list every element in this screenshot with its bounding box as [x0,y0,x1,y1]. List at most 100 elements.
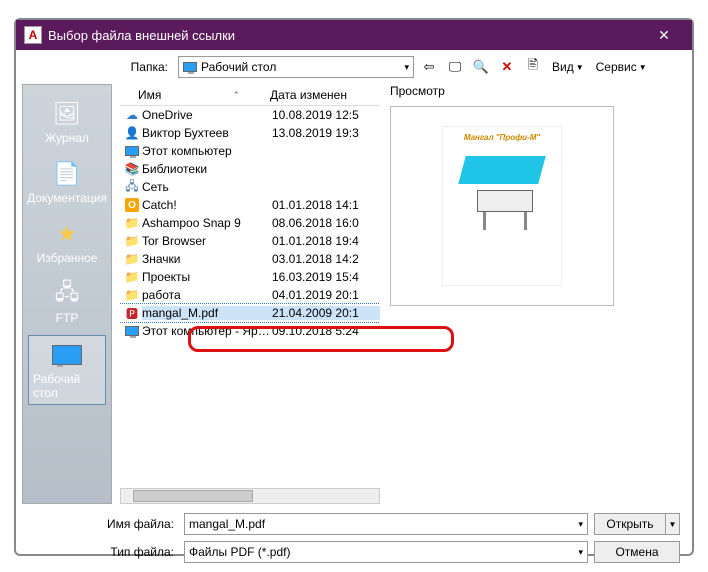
file-icon [124,323,140,339]
file-icon: 📚 [124,161,140,177]
scrollbar-thumb[interactable] [133,490,253,502]
content-area: Имя Дата изменен ☁OneDrive10.08.2019 12:… [112,84,692,504]
file-row[interactable]: ☁OneDrive10.08.2019 12:5 [120,106,380,124]
file-row[interactable]: Этот компьютер [120,142,380,160]
back-button[interactable]: ⇦ [418,56,440,78]
file-column: Имя Дата изменен ☁OneDrive10.08.2019 12:… [120,84,380,504]
file-icon: 🅿 [124,305,140,321]
preview-image [457,146,547,236]
star-icon: ★ [49,219,85,249]
file-icon: 📁 [124,251,140,267]
history-icon: 🖼 [49,99,85,129]
document-icon: 📄 [49,159,85,189]
sidebar-item-history[interactable]: 🖼 Журнал [28,95,106,149]
filetype-label: Тип файла: [28,545,178,559]
file-icon: 📁 [124,269,140,285]
file-date: 10.08.2019 12:5 [272,108,380,122]
tools-dropdown[interactable]: Сервис▼ [592,60,651,74]
open-button[interactable]: Открыть [594,513,666,535]
sidebar: 🖼 Журнал 📄 Документация ★ Избранное 🖧 FT… [22,84,112,504]
file-name: OneDrive [142,108,272,122]
delete-button[interactable]: ✕ [496,56,518,78]
filename-input[interactable]: mangal_M.pdf▾ [184,513,588,535]
file-name: Этот компьютер [142,144,272,158]
file-date: 01.01.2018 19:4 [272,234,380,248]
sidebar-item-ftp[interactable]: 🖧 FTP [28,275,106,329]
folder-select[interactable]: Рабочий стол ▾ [178,56,414,78]
filename-label: Имя файла: [28,517,178,531]
file-date: 16.03.2019 15:4 [272,270,380,284]
file-list[interactable]: ☁OneDrive10.08.2019 12:5👤Виктор Бухтеев1… [120,106,380,484]
main-area: 🖼 Журнал 📄 Документация ★ Избранное 🖧 FT… [16,84,692,504]
cancel-button[interactable]: Отмена [594,541,680,563]
preview-box: Мангал "Профи-М" [390,106,614,306]
up-button[interactable]: 🖵 [444,56,466,78]
file-name: работа [142,288,272,302]
file-row[interactable]: 📚Библиотеки [120,160,380,178]
file-date: 08.06.2018 16:0 [272,216,380,230]
titlebar: A Выбор файла внешней ссылки ✕ [16,20,692,50]
file-name: Виктор Бухтеев [142,126,272,140]
file-row[interactable]: 📁Ashampoo Snap 908.06.2018 16:0 [120,214,380,232]
file-icon: O [124,197,140,213]
file-row[interactable]: 📁Tor Browser01.01.2018 19:4 [120,232,380,250]
preview-thumbnail: Мангал "Профи-М" [442,126,562,286]
app-icon: A [24,26,42,44]
folder-label: Папка: [24,60,174,74]
chevron-down-icon: ▾ [404,62,409,73]
file-row[interactable]: 🅿mangal_M.pdf21.04.2009 20:1 [120,304,380,322]
file-row[interactable]: Этот компьютер - Яр…09.10.2018 5:24 [120,322,380,340]
sidebar-item-desktop[interactable]: Рабочий стол [28,335,106,405]
preview-panel: Просмотр Мангал "Профи-М" [380,84,684,504]
file-name: Проекты [142,270,272,284]
new-button[interactable]: 🖹 [522,56,544,78]
file-name: Библиотеки [142,162,272,176]
close-button[interactable]: ✕ [644,20,684,50]
file-date: 01.01.2018 14:1 [272,198,380,212]
preview-doc-title: Мангал "Профи-М" [464,133,540,142]
col-name[interactable]: Имя [120,88,270,102]
file-date: 21.04.2009 20:1 [272,306,380,320]
file-icon: 📁 [124,233,140,249]
file-name: Значки [142,252,272,266]
desktop-icon [183,62,197,72]
file-date: 09.10.2018 5:24 [272,324,380,338]
file-date: 03.01.2018 14:2 [272,252,380,266]
window-title: Выбор файла внешней ссылки [48,28,644,43]
file-name: mangal_M.pdf [142,306,272,320]
filetype-select[interactable]: Файлы PDF (*.pdf)▾ [184,541,588,563]
file-name: Ashampoo Snap 9 [142,216,272,230]
file-date: 13.08.2019 19:3 [272,126,380,140]
file-row[interactable]: 📁Проекты16.03.2019 15:4 [120,268,380,286]
dialog-window: A Выбор файла внешней ссылки ✕ Папка: Ра… [14,18,694,556]
toolbar: Папка: Рабочий стол ▾ ⇦ 🖵 🔍 ✕ 🖹 Вид▼ Сер… [16,50,692,84]
open-dropdown[interactable]: ▼ [666,513,680,535]
file-name: Tor Browser [142,234,272,248]
file-icon [124,143,140,159]
file-row[interactable]: 🖧Сеть [120,178,380,196]
file-icon: 🖧 [124,179,140,195]
file-row[interactable]: 📁Значки03.01.2018 14:2 [120,250,380,268]
search-icon[interactable]: 🔍 [470,56,492,78]
col-date[interactable]: Дата изменен [270,88,380,102]
file-icon: ☁ [124,107,140,123]
bottom-panel: Имя файла: mangal_M.pdf▾ Открыть ▼ Тип ф… [16,504,692,572]
file-icon: 📁 [124,287,140,303]
column-headers: Имя Дата изменен [120,84,380,106]
file-icon: 📁 [124,215,140,231]
sidebar-item-docs[interactable]: 📄 Документация [28,155,106,209]
file-row[interactable]: 📁работа04.01.2019 20:1 [120,286,380,304]
desktop-icon [49,340,85,370]
file-name: Catch! [142,198,272,212]
file-row[interactable]: 👤Виктор Бухтеев13.08.2019 19:3 [120,124,380,142]
file-date: 04.01.2019 20:1 [272,288,380,302]
ftp-icon: 🖧 [49,279,85,309]
file-name: Этот компьютер - Яр… [142,324,272,338]
file-row[interactable]: OCatch!01.01.2018 14:1 [120,196,380,214]
view-dropdown[interactable]: Вид▼ [548,60,588,74]
preview-label: Просмотр [390,84,684,106]
folder-value: Рабочий стол [201,60,276,74]
sidebar-item-favorites[interactable]: ★ Избранное [28,215,106,269]
file-icon: 👤 [124,125,140,141]
scrollbar-horizontal[interactable] [120,488,380,504]
